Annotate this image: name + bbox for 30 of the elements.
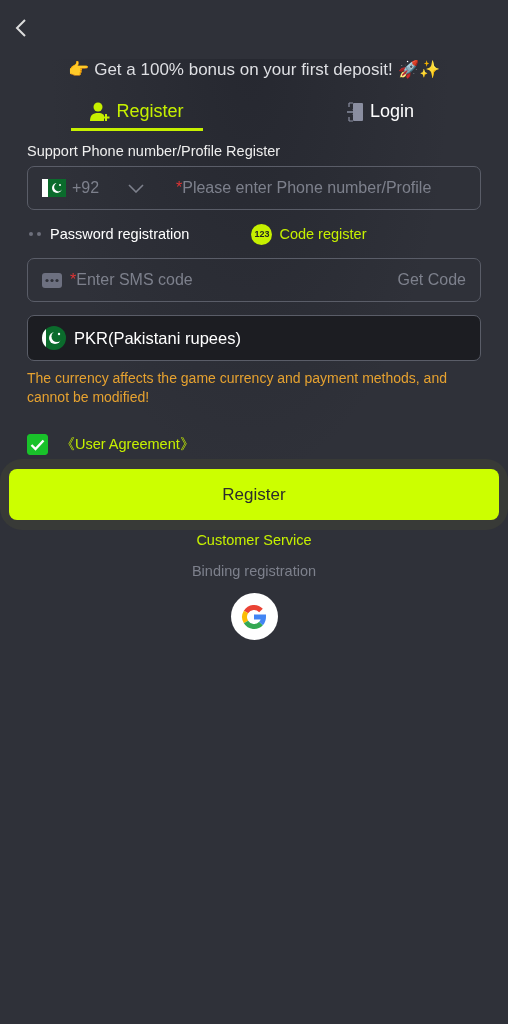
- option-label: Code register: [279, 226, 367, 242]
- placeholder-text: Please enter Phone number/Profile: [182, 179, 432, 197]
- section-label: Binding registration: [191, 563, 317, 579]
- currency-warning: The currency affects the game currency and payment methods, and cannot be modified!: [27, 369, 448, 407]
- register-button[interactable]: Register: [9, 469, 499, 520]
- number-badge: 123: [251, 223, 273, 245]
- flag-icon: [42, 326, 66, 350]
- message-icon: [42, 272, 62, 288]
- flag-icon: [42, 179, 66, 197]
- placeholder-text: Enter SMS code: [76, 271, 193, 289]
- phone-field[interactable]: +92 *Please enter Phone number/Profile: [27, 166, 481, 210]
- chevron-down-icon: [128, 183, 144, 193]
- login-tab[interactable]: Login: [310, 95, 450, 131]
- user-agreement-link[interactable]: 《User Agreement》: [60, 435, 195, 454]
- register-tab[interactable]: Register: [71, 95, 203, 131]
- currency-field[interactable]: PKR(Pakistani rupees): [27, 315, 481, 361]
- registration-mode-option[interactable]: 123 Code register: [251, 223, 367, 245]
- country-code: +92: [72, 179, 101, 197]
- currency-value: PKR(Pakistani rupees): [74, 328, 241, 348]
- asterisks-icon: [27, 231, 43, 237]
- customer-service-link[interactable]: Customer Service: [196, 532, 312, 548]
- google-icon: [241, 603, 267, 630]
- field-label: Support Phone number/Profile Register: [27, 143, 282, 159]
- login-icon: [345, 101, 364, 122]
- required-mark: *: [70, 271, 77, 289]
- required-mark: *: [176, 179, 183, 197]
- google-login-button[interactable]: [230, 593, 278, 640]
- bonus-message: 👉 Get a 100% bonus on your first deposit! 🚀✨: [68, 59, 440, 80]
- agreement-checkbox[interactable]: [27, 434, 48, 455]
- add-user-icon: [90, 101, 111, 122]
